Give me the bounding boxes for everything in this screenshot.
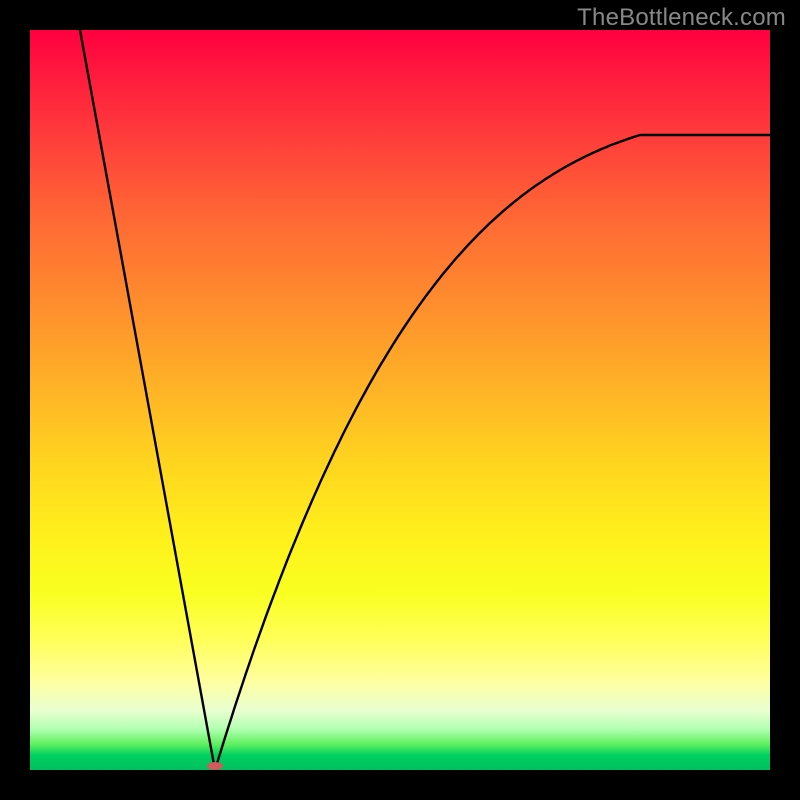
curve-path xyxy=(80,30,770,770)
watermark-text: TheBottleneck.com xyxy=(577,4,786,32)
vertex-marker xyxy=(207,762,223,770)
plot-area xyxy=(30,30,770,770)
bottleneck-curve xyxy=(30,30,770,770)
